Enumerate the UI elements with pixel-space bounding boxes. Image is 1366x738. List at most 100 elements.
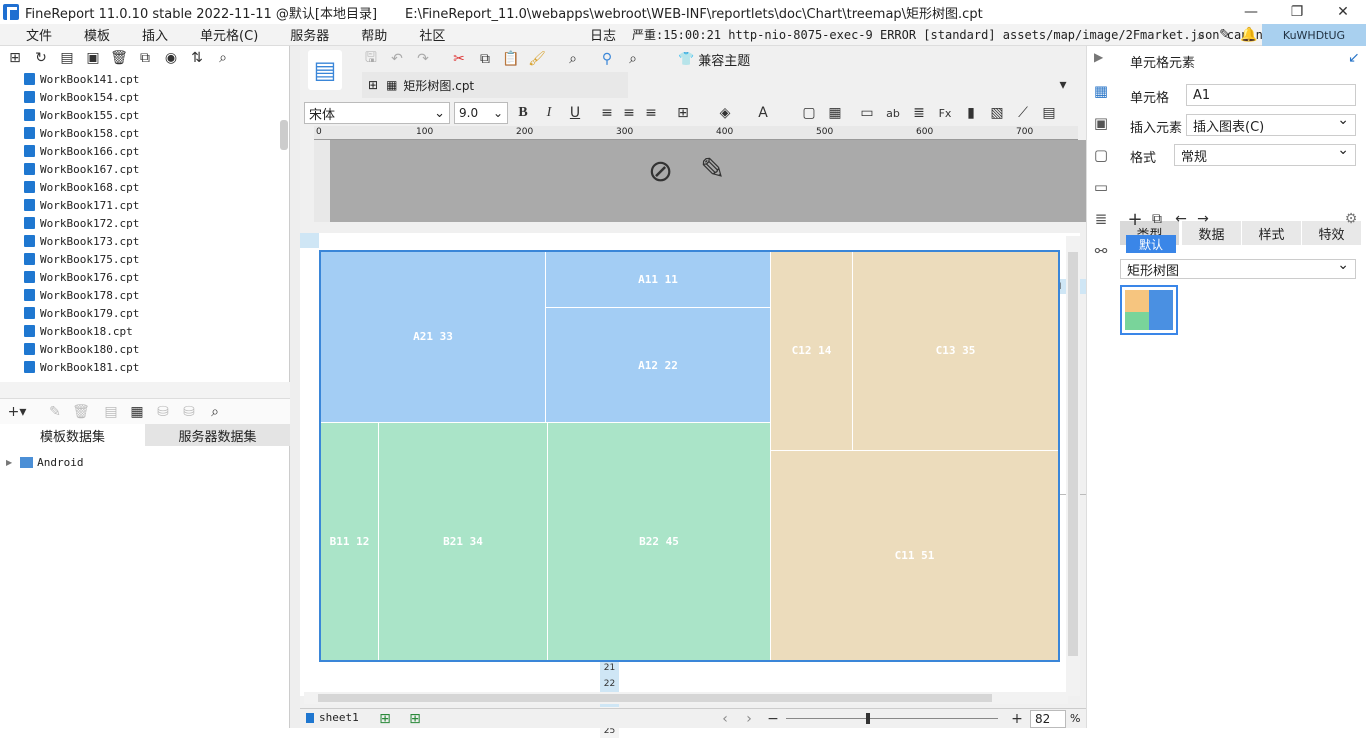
template-big-icon[interactable]: ▤ bbox=[308, 50, 342, 90]
pencil-icon[interactable]: ✎ bbox=[700, 152, 725, 187]
file-item[interactable]: WorkBook166.cpt bbox=[0, 142, 280, 160]
file-item[interactable]: WorkBook168.cpt bbox=[0, 178, 280, 196]
minimize-button[interactable]: — bbox=[1228, 0, 1274, 24]
underline-button[interactable]: U bbox=[566, 104, 584, 122]
menu-server[interactable]: 服务器 bbox=[278, 25, 341, 44]
default-button[interactable]: 默认 bbox=[1126, 235, 1176, 253]
file-item[interactable]: WorkBook179.cpt bbox=[0, 304, 280, 322]
compat-theme-button[interactable]: 👕 兼容主题 bbox=[678, 50, 750, 69]
file-item[interactable]: WorkBook178.cpt bbox=[0, 286, 280, 304]
new-file-icon[interactable]: ⊞ bbox=[6, 49, 24, 67]
save-icon[interactable]: 🖫 bbox=[362, 50, 380, 68]
file-item[interactable]: WorkBook155.cpt bbox=[0, 106, 280, 124]
row-header[interactable]: 21 bbox=[600, 660, 619, 676]
horizontal-scrollbar[interactable] bbox=[304, 692, 1068, 704]
arrow-left-icon[interactable]: ← bbox=[1172, 210, 1190, 228]
menu-community[interactable]: 社区 bbox=[407, 25, 457, 44]
widget-icon[interactable]: ▭ bbox=[1090, 176, 1112, 198]
find-icon[interactable]: ⌕ bbox=[624, 50, 642, 68]
row-header[interactable]: 22 bbox=[600, 676, 619, 691]
treemap-cell[interactable]: B22 45 bbox=[548, 423, 771, 661]
menu-help[interactable]: 帮助 bbox=[349, 25, 399, 44]
font-size-select[interactable]: 9.0 ⌄ bbox=[454, 102, 508, 124]
cut-icon[interactable]: ✂ bbox=[450, 50, 468, 68]
treemap-thumbnail[interactable] bbox=[1120, 285, 1178, 335]
maximize-button[interactable]: ❐ bbox=[1274, 0, 1320, 24]
slash-icon[interactable]: ⟋ bbox=[1014, 104, 1032, 122]
field-icon[interactable]: ▭ bbox=[858, 104, 876, 122]
undo-icon[interactable]: ↶ bbox=[388, 50, 406, 68]
add-sheet-icon[interactable]: ⊞ bbox=[376, 710, 394, 728]
file-item[interactable]: WorkBook173.cpt bbox=[0, 232, 280, 250]
fill-color-icon[interactable]: ◈ bbox=[716, 104, 734, 122]
edit-dataset-icon[interactable]: ✎ bbox=[46, 403, 64, 421]
hyperlink-icon[interactable]: ⚯ bbox=[1090, 240, 1112, 262]
tab-server-datasets[interactable]: 服务器数据集 bbox=[145, 424, 290, 446]
merge-icon[interactable]: ▢ bbox=[800, 104, 818, 122]
condition-icon[interactable]: ≣ bbox=[1090, 208, 1112, 230]
chart-icon[interactable]: ▮ bbox=[962, 104, 980, 122]
collapse-arrow-icon[interactable]: ▶ bbox=[1094, 50, 1103, 64]
treemap-cell[interactable]: B21 34 bbox=[379, 423, 548, 661]
chart-type-select[interactable]: 矩形树图 bbox=[1120, 257, 1356, 279]
add-dataset-icon[interactable]: +▾ bbox=[8, 403, 27, 421]
corner-cell[interactable] bbox=[300, 233, 319, 248]
doc-tab[interactable]: ⊞ ▦ 矩形树图.cpt bbox=[362, 72, 628, 98]
open-icon[interactable]: ▣ bbox=[84, 49, 102, 67]
dataset-edit-icon[interactable]: ▦ bbox=[128, 403, 146, 421]
tab-template-datasets[interactable]: 模板数据集 bbox=[0, 424, 145, 446]
treemap-cell[interactable]: B11 12 bbox=[321, 423, 379, 661]
locate-icon[interactable]: ◉ bbox=[162, 49, 180, 67]
bell-icon[interactable]: 🔔 bbox=[1240, 26, 1258, 44]
tab-style[interactable]: 样式 bbox=[1242, 221, 1302, 245]
file-item[interactable]: WorkBook141.cpt bbox=[0, 70, 280, 88]
preview-icon[interactable]: ⌕ bbox=[564, 50, 582, 68]
log-label[interactable]: 日志 bbox=[590, 25, 616, 44]
treemap-cell[interactable]: A21 33 bbox=[321, 251, 546, 423]
collapse-icon[interactable]: ⇅ bbox=[188, 49, 206, 67]
cell-attr-icon[interactable]: ▣ bbox=[1090, 112, 1112, 134]
next-icon[interactable]: › bbox=[740, 710, 758, 728]
arrow-right-icon[interactable]: → bbox=[1194, 210, 1212, 228]
file-list-scrollbar[interactable] bbox=[280, 120, 288, 150]
paste-icon[interactable]: 📋 bbox=[502, 50, 520, 68]
insert-select[interactable]: 插入图表(C) bbox=[1186, 112, 1356, 136]
search-icon[interactable]: ⌕ bbox=[214, 49, 232, 67]
tab-data[interactable]: 数据 bbox=[1182, 221, 1242, 245]
tab-menu-icon[interactable]: ▾ bbox=[1054, 76, 1072, 94]
menu-file[interactable]: 文件 bbox=[14, 25, 64, 44]
richtext-icon[interactable]: ≣ bbox=[910, 104, 928, 122]
hide-eye-icon[interactable]: ⊘ bbox=[648, 154, 673, 189]
edit-icon[interactable]: ✎ bbox=[1216, 26, 1234, 44]
refresh-icon[interactable]: ↻ bbox=[32, 49, 50, 67]
italic-button[interactable]: I bbox=[540, 104, 558, 122]
database2-icon[interactable]: ⛁ bbox=[180, 403, 198, 421]
file-item[interactable]: WorkBook180.cpt bbox=[0, 340, 280, 358]
horizontal-scrollbar[interactable] bbox=[0, 382, 290, 398]
file-item[interactable]: WorkBook171.cpt bbox=[0, 196, 280, 214]
format-select[interactable]: 常规 bbox=[1174, 142, 1356, 166]
search-icon[interactable]: ⌕ bbox=[1192, 26, 1210, 44]
menu-template[interactable]: 模板 bbox=[72, 25, 122, 44]
treemap-cell[interactable]: A12 22 bbox=[546, 308, 771, 423]
file-item[interactable]: WorkBook181.cpt bbox=[0, 358, 280, 376]
sheet-tab[interactable]: sheet1 bbox=[306, 711, 359, 724]
font-select[interactable]: 宋体 ⌄ bbox=[304, 102, 450, 124]
copy-icon[interactable]: ⧉ bbox=[1148, 210, 1166, 228]
file-item[interactable]: WorkBook167.cpt bbox=[0, 160, 280, 178]
subreport-icon[interactable]: ▤ bbox=[1040, 104, 1058, 122]
align-center-icon[interactable]: ≡ bbox=[620, 104, 638, 122]
menu-cell[interactable]: 单元格(C) bbox=[188, 25, 270, 44]
cell-input[interactable]: A1 bbox=[1186, 84, 1356, 106]
file-item[interactable]: WorkBook175.cpt bbox=[0, 250, 280, 268]
add-icon[interactable]: + bbox=[1126, 209, 1144, 230]
scrollbar-thumb[interactable] bbox=[1068, 252, 1078, 656]
align-right-icon[interactable]: ≡ bbox=[642, 104, 660, 122]
image-icon[interactable]: ▧ bbox=[988, 104, 1006, 122]
template-icon[interactable]: ▤ bbox=[58, 49, 76, 67]
file-item[interactable]: WorkBook172.cpt bbox=[0, 214, 280, 232]
redo-icon[interactable]: ↷ bbox=[414, 50, 432, 68]
cell-element-icon[interactable]: ▦ bbox=[1090, 80, 1112, 102]
border-icon[interactable]: ⊞ bbox=[674, 104, 692, 122]
format-painter-icon[interactable]: 🖌 bbox=[528, 50, 546, 68]
